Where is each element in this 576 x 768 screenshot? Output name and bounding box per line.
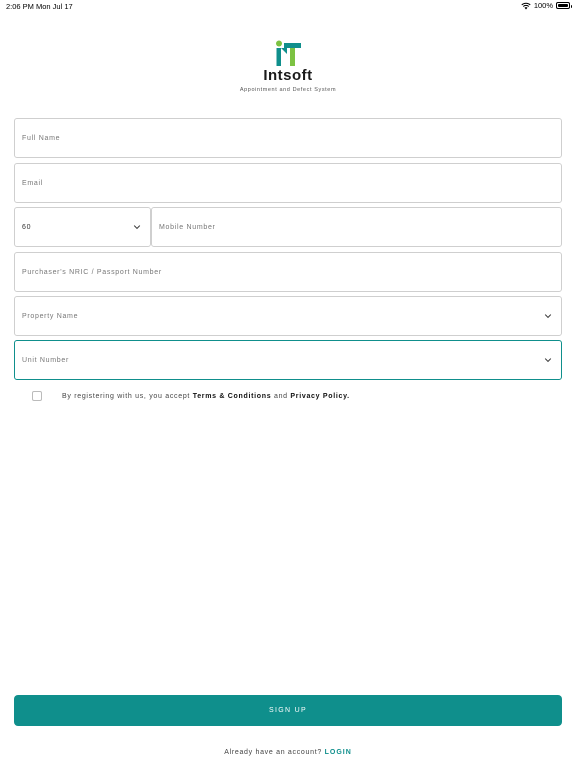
property-name-select[interactable]: Property Name — [14, 296, 562, 336]
full-name-input[interactable]: Full Name — [14, 118, 562, 158]
country-code-value: 60 — [22, 223, 32, 231]
full-name-placeholder: Full Name — [22, 134, 61, 142]
logo-mark-icon — [276, 40, 301, 66]
unit-number-select[interactable]: Unit Number — [14, 340, 562, 380]
email-placeholder: Email — [22, 179, 44, 187]
terms-conjunction: and — [273, 393, 288, 400]
terms-conditions-link[interactable]: Terms & Conditions — [193, 393, 272, 400]
login-link[interactable]: LOGIN — [325, 749, 352, 756]
terms-prefix: By registering with us, you accept — [62, 393, 191, 400]
login-question: Already have an account? — [224, 749, 322, 756]
status-time: 2:06 PM — [6, 2, 34, 11]
chevron-down-icon — [133, 225, 141, 230]
privacy-policy-link[interactable]: Privacy Policy. — [290, 393, 349, 400]
email-input[interactable]: Email — [14, 163, 562, 203]
logo-tagline: Appointment and Defect System — [239, 87, 337, 93]
terms-checkbox[interactable] — [32, 391, 42, 401]
nric-input[interactable]: Purchaser's NRIC / Passport Number — [14, 252, 562, 292]
login-prompt: Already have an account? LOGIN — [0, 749, 576, 756]
country-code-select[interactable]: 60 — [14, 207, 151, 247]
mobile-number-input[interactable]: Mobile Number — [151, 207, 562, 247]
status-date: Mon Jul 17 — [36, 2, 73, 11]
sign-up-button[interactable]: SIGN UP — [14, 695, 562, 726]
status-bar: 2:06 PM Mon Jul 17 100% — [0, 0, 576, 14]
chevron-down-icon — [544, 314, 552, 319]
property-placeholder: Property Name — [22, 312, 79, 320]
chevron-down-icon — [544, 358, 552, 363]
status-indicators: 100% — [521, 1, 572, 10]
battery-percent: 100% — [533, 1, 553, 10]
app-logo: Intsoft Appointment and Defect System — [0, 40, 576, 93]
mobile-placeholder: Mobile Number — [159, 223, 216, 231]
battery-icon — [556, 2, 572, 9]
nric-placeholder: Purchaser's NRIC / Passport Number — [22, 268, 162, 276]
unit-placeholder: Unit Number — [22, 356, 69, 364]
wifi-icon — [521, 2, 531, 9]
logo-title: Intsoft — [263, 67, 313, 84]
terms-text: By registering with us, you accept Terms… — [62, 393, 350, 400]
